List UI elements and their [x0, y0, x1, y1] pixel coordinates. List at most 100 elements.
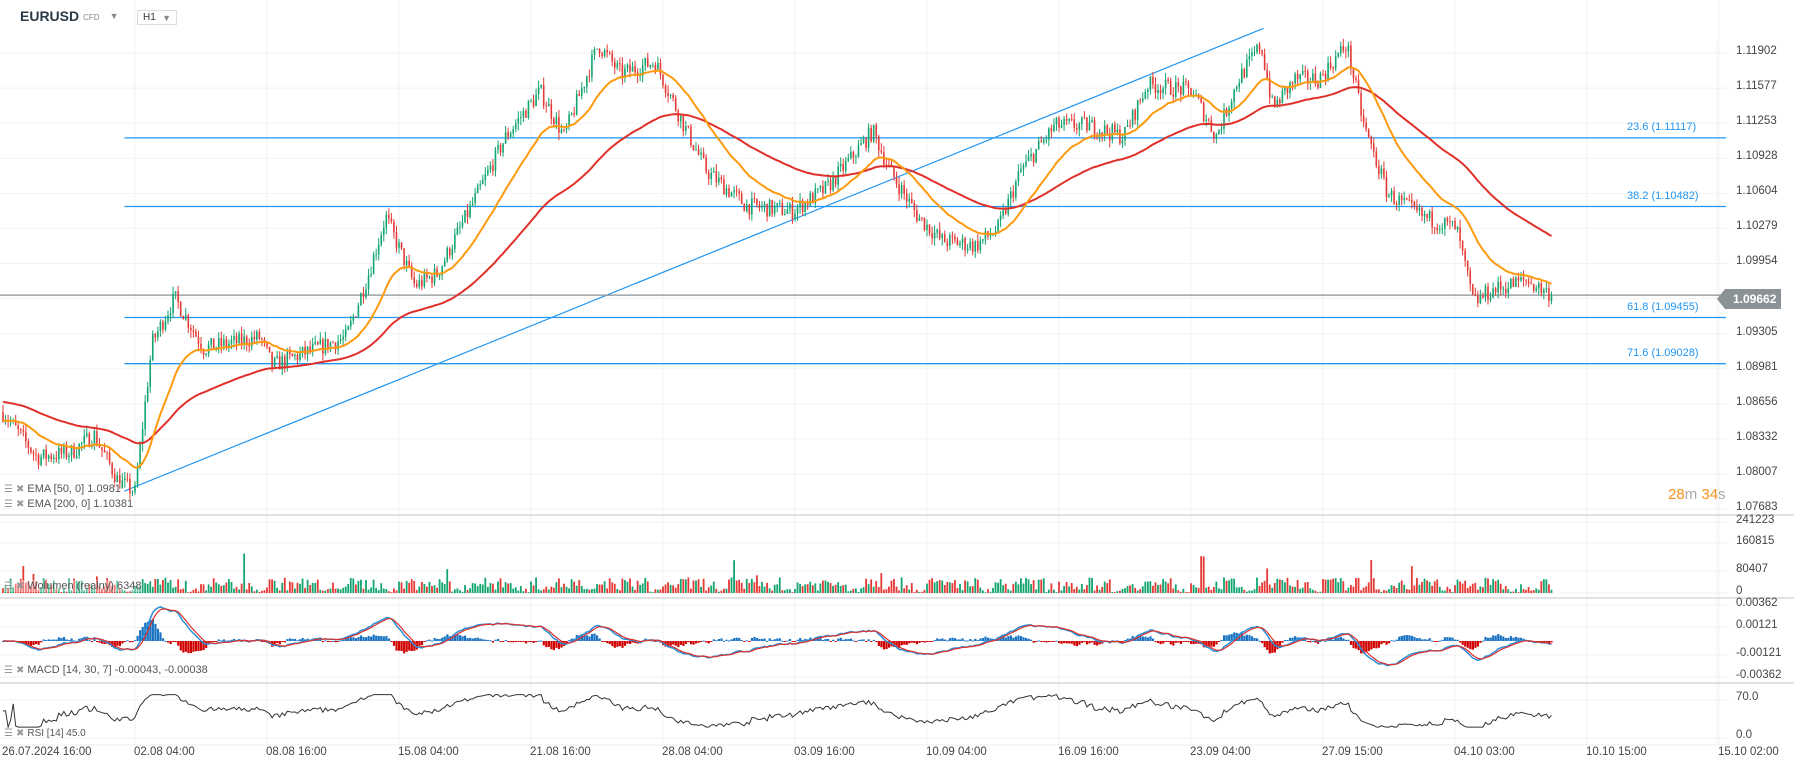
volume-bar	[436, 587, 438, 593]
volume-bar	[585, 588, 588, 593]
candle-body	[700, 152, 702, 155]
candle-body	[913, 203, 916, 211]
volume-bar	[720, 590, 723, 593]
candle-body	[1213, 131, 1215, 139]
candle-body	[1456, 226, 1459, 230]
candle-body	[1466, 260, 1469, 271]
legend-volume: ☰ ✖ Wolumen (realny) 6348	[4, 580, 142, 592]
volume-bar	[999, 579, 1002, 593]
volume-bar	[885, 589, 888, 593]
macd-histogram-bar	[431, 640, 434, 642]
volume-bar	[540, 590, 543, 593]
volume-bar	[667, 582, 669, 593]
volume-bar	[1124, 588, 1126, 593]
volume-bar	[1532, 590, 1535, 593]
volume-bar	[299, 583, 301, 593]
close-icon[interactable]: ✖	[16, 581, 24, 592]
macd-histogram-bar	[1263, 641, 1266, 648]
macd-histogram-bar	[420, 641, 424, 646]
candle-body	[1484, 286, 1487, 298]
settings-icon[interactable]: ☰	[4, 484, 13, 495]
fibonacci-level-label: 38.2 (1.10482)	[1627, 189, 1699, 202]
macd-histogram-bar	[535, 641, 538, 642]
volume-bar	[992, 587, 994, 593]
candle-body	[796, 207, 799, 214]
macd-histogram-bar	[1438, 640, 1441, 642]
candle-body	[555, 117, 558, 125]
volume-bar	[588, 589, 591, 593]
close-icon[interactable]: ✖	[16, 484, 24, 495]
candle-body	[1106, 125, 1109, 134]
macd-histogram-bar	[936, 638, 939, 641]
candle-body	[418, 279, 421, 287]
close-icon[interactable]: ✖	[16, 499, 24, 510]
macd-histogram-bar	[1448, 637, 1452, 641]
candle-body	[621, 64, 624, 78]
legend-rsi: ☰ ✖ RSI [14] 45.0	[4, 728, 86, 739]
volume-bar	[245, 589, 248, 593]
chart-canvas[interactable]	[0, 0, 1794, 770]
volume-bar	[959, 584, 961, 593]
volume-bar	[842, 585, 845, 593]
macd-histogram-bar	[286, 639, 289, 641]
candle-body	[720, 177, 723, 180]
macd-histogram-bar	[486, 639, 490, 641]
macd-histogram-bar	[382, 636, 385, 641]
volume-bar	[926, 583, 928, 593]
volume-bar	[225, 582, 228, 593]
settings-icon[interactable]: ☰	[4, 581, 13, 592]
settings-icon[interactable]: ☰	[4, 665, 13, 676]
settings-icon[interactable]: ☰	[4, 499, 13, 510]
macd-histogram-bar	[1228, 634, 1231, 641]
macd-histogram-bar	[514, 641, 517, 642]
volume-bar	[1548, 584, 1550, 593]
volume-bar	[941, 580, 944, 593]
macd-histogram-bar	[768, 638, 771, 641]
volume-bar	[1020, 578, 1022, 593]
volume-bar	[339, 589, 342, 593]
volume-bar	[1441, 590, 1444, 593]
volume-bar	[692, 580, 695, 593]
timeframe-select[interactable]: H1 ▼	[137, 10, 177, 25]
volume-bar	[987, 589, 989, 593]
candle-body	[1411, 199, 1413, 202]
settings-icon[interactable]: ☰	[4, 728, 13, 739]
candle-body	[542, 84, 545, 106]
macd-histogram-bar	[593, 633, 596, 641]
price-axis-label: 1.10279	[1736, 220, 1778, 233]
volume-bar	[215, 582, 218, 593]
symbol-selector[interactable]: EURUSD CFD ▼	[20, 8, 119, 24]
candle-body	[525, 110, 527, 118]
candle-body	[984, 231, 987, 240]
close-icon[interactable]: ✖	[16, 665, 24, 676]
volume-bar	[146, 583, 149, 593]
macd-histogram-bar	[433, 637, 436, 641]
macd-histogram-bar	[1281, 641, 1284, 643]
candle-body	[1362, 115, 1365, 123]
candle-body	[271, 351, 273, 367]
candle-body	[1256, 44, 1258, 53]
candle-body	[1499, 281, 1502, 289]
volume-bar	[1383, 590, 1385, 593]
close-icon[interactable]: ✖	[16, 728, 24, 739]
volume-bar	[1388, 589, 1390, 593]
candle-body	[233, 335, 235, 341]
volume-bar	[1182, 588, 1185, 593]
volume-bar	[169, 579, 172, 593]
volume-bar	[565, 586, 568, 593]
candle-body	[723, 179, 725, 195]
macd-histogram-bar	[342, 639, 345, 641]
macd-histogram-bar	[1146, 637, 1150, 641]
macd-histogram-bar	[73, 640, 76, 642]
volume-bar	[304, 587, 306, 593]
volume-bar	[1139, 589, 1142, 593]
volume-bar	[636, 580, 639, 593]
volume-bar	[1322, 579, 1324, 593]
candle-body	[101, 447, 103, 451]
volume-bar	[829, 583, 832, 593]
rsi-line	[3, 694, 1552, 730]
candle-body	[96, 431, 98, 445]
candle-body	[959, 243, 961, 246]
candle-body	[65, 445, 68, 458]
candle-body	[476, 185, 479, 194]
